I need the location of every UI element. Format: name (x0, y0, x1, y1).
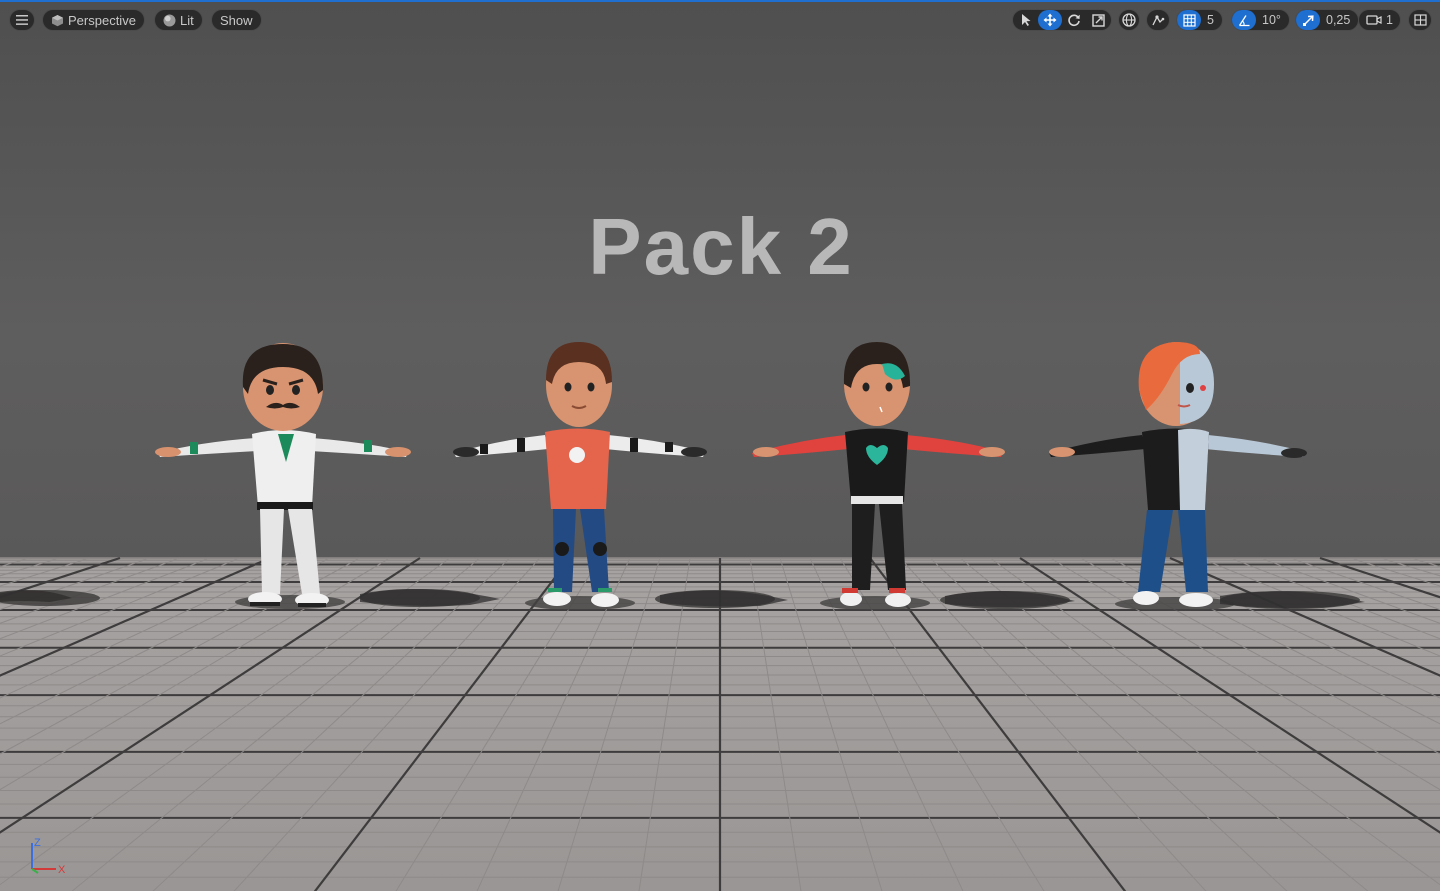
axis-z-label: Z (34, 837, 41, 849)
select-mode-button[interactable] (1014, 10, 1038, 30)
viewport-layout-button[interactable] (1408, 9, 1432, 31)
rotate-icon (1068, 14, 1080, 27)
axis-gizmo: Z X (31, 837, 66, 876)
scale-snap-toggle[interactable] (1296, 10, 1320, 30)
grid-icon (1182, 13, 1196, 27)
grid-snap-control[interactable]: 5 (1176, 9, 1223, 31)
scale-snap-control[interactable]: 0,25 (1295, 9, 1360, 31)
layout-grid-icon (1413, 14, 1427, 26)
scene-render[interactable]: Pack 2 (0, 2, 1440, 891)
surface-snap-icon (1152, 15, 1165, 26)
rotate-mode-button[interactable] (1062, 10, 1086, 30)
axis-x-label: X (58, 864, 66, 876)
camera-speed-value: 1 (1386, 13, 1393, 27)
grid-snap-value[interactable]: 5 (1201, 13, 1222, 27)
move-arrows-icon (1043, 13, 1057, 27)
scale-arrow-icon (1302, 14, 1314, 26)
translate-mode-button[interactable] (1038, 10, 1062, 30)
show-flags-label: Show (220, 12, 253, 28)
scale-icon (1091, 13, 1105, 27)
transform-tools (1012, 9, 1112, 31)
lighting-mode-label: Lit (180, 12, 194, 28)
scale-mode-button[interactable] (1086, 10, 1110, 30)
grid-snap-toggle[interactable] (1177, 10, 1201, 30)
world-local-button[interactable] (1118, 9, 1140, 31)
cursor-icon (1021, 14, 1030, 26)
hamburger-icon (16, 15, 28, 25)
view-mode-button[interactable]: Perspective (42, 9, 145, 31)
surface-snap-button[interactable] (1146, 9, 1170, 31)
level-viewport[interactable]: Pack 2 Perspective Lit Show 5 10° 0,25 1… (0, 0, 1440, 891)
scale-snap-value[interactable]: 0,25 (1320, 13, 1358, 27)
rotation-snap-toggle[interactable] (1232, 10, 1256, 30)
angle-icon (1238, 14, 1249, 26)
rotation-snap-value[interactable]: 10° (1256, 13, 1289, 27)
lighting-mode-button[interactable]: Lit (154, 9, 203, 31)
rotation-snap-control[interactable]: 10° (1231, 9, 1290, 31)
show-flags-button[interactable]: Show (211, 9, 262, 31)
camera-icon (1359, 14, 1382, 26)
cube-icon (43, 14, 64, 27)
view-mode-label: Perspective (68, 12, 136, 28)
sphere-icon (155, 14, 176, 27)
camera-speed-button[interactable]: 1 (1358, 9, 1401, 31)
scene-title-text: Pack 2 (588, 202, 854, 291)
viewport-menu-button[interactable] (9, 9, 35, 31)
globe-icon (1122, 13, 1136, 27)
